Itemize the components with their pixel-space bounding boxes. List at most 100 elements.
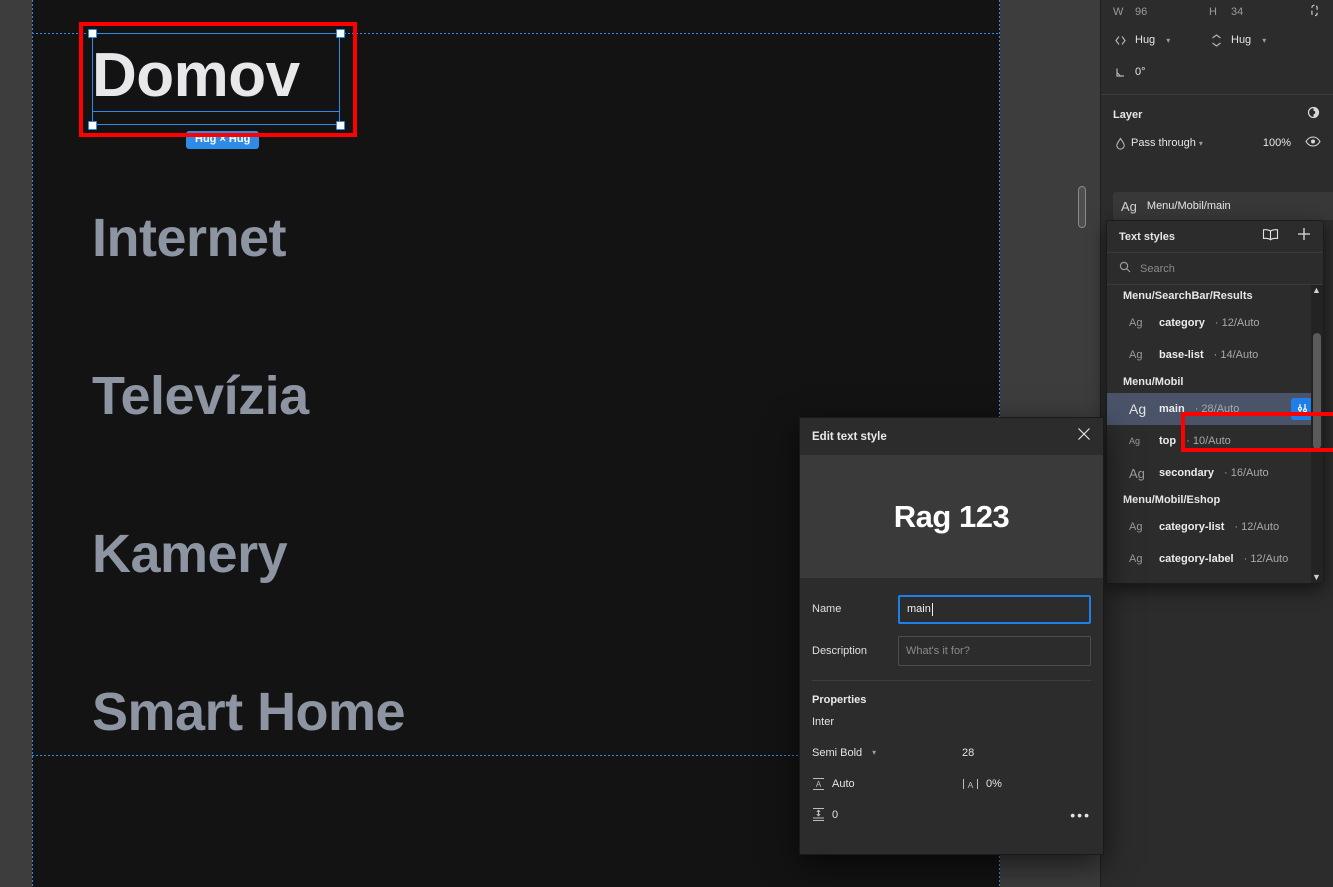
font-family-row[interactable]: Inter bbox=[812, 706, 1091, 737]
height-value[interactable]: 34 bbox=[1231, 6, 1243, 18]
style-name: base-list bbox=[1159, 349, 1204, 361]
style-row-base-list[interactable]: Ag base-list · 14/Auto bbox=[1107, 339, 1323, 371]
layer-opacity-value[interactable]: 100% bbox=[1263, 137, 1291, 149]
paragraph-spacing-icon bbox=[812, 807, 825, 822]
ag-sample: Ag bbox=[1129, 465, 1145, 481]
layer-settings-icon[interactable] bbox=[1306, 105, 1321, 125]
paragraph-spacing-value[interactable]: 0 bbox=[832, 809, 838, 821]
edit-style-button[interactable] bbox=[1291, 398, 1313, 420]
style-row-top[interactable]: Ag top · 10/Auto bbox=[1107, 425, 1323, 457]
chevron-down-icon-v[interactable]: ▾ bbox=[1262, 36, 1266, 45]
style-group-label-searchbar: Menu/SearchBar/Results bbox=[1123, 290, 1253, 302]
font-weight-value[interactable]: Semi Bold bbox=[812, 747, 862, 759]
style-meta: · 12/Auto bbox=[1214, 317, 1260, 329]
selected-text-style-name: Menu/Mobil/main bbox=[1146, 200, 1231, 212]
style-row-category-list[interactable]: Ag category-list · 12/Auto bbox=[1107, 511, 1323, 543]
resize-handle-bottom-left[interactable] bbox=[88, 121, 97, 130]
dialog-body: Name main Description What's it for? Pro… bbox=[800, 578, 1103, 830]
scroll-down-arrow-icon[interactable]: ▼ bbox=[1312, 573, 1321, 582]
library-book-icon[interactable] bbox=[1262, 228, 1279, 246]
height-label: H bbox=[1209, 6, 1217, 18]
name-input-value: main bbox=[907, 603, 931, 615]
ag-sample: Ag bbox=[1129, 521, 1143, 533]
style-meta: · 16/Auto bbox=[1224, 467, 1269, 479]
more-options-icon[interactable]: ••• bbox=[1070, 808, 1091, 822]
chevron-down-icon-blend[interactable]: ▾ bbox=[1199, 139, 1203, 148]
resize-handle-top-left[interactable] bbox=[88, 29, 97, 38]
resize-handle-bottom-right[interactable] bbox=[336, 121, 345, 130]
rotation-value[interactable]: 0° bbox=[1135, 66, 1146, 78]
styles-list-scrollbar[interactable]: ▲ ▼ bbox=[1311, 285, 1323, 583]
text-cursor bbox=[931, 602, 933, 616]
ag-sample-selected: Ag bbox=[1121, 198, 1137, 214]
name-label: Name bbox=[812, 603, 842, 615]
ag-sample: Ag bbox=[1129, 317, 1143, 329]
style-meta: · 12/Auto bbox=[1243, 553, 1289, 565]
style-name: category-label bbox=[1159, 553, 1234, 565]
style-name: top bbox=[1159, 435, 1177, 447]
canvas-menu-item-smart-home[interactable]: Smart Home bbox=[92, 681, 406, 743]
style-preview-area: Rag 123 bbox=[800, 455, 1103, 578]
style-name: category bbox=[1159, 317, 1205, 329]
style-row-secondary[interactable]: Ag secondary · 16/Auto bbox=[1107, 457, 1323, 489]
width-label: W bbox=[1113, 6, 1124, 18]
text-baseline-indicator bbox=[92, 111, 340, 112]
app-root: Domov Hug × Hug Internet Televízia Kamer… bbox=[0, 0, 1333, 887]
svg-text:A: A bbox=[968, 780, 974, 790]
canvas-menu-item-televizia[interactable]: Televízia bbox=[92, 365, 309, 427]
panel-divider-1 bbox=[1101, 94, 1333, 95]
letter-spacing-icon: A bbox=[962, 777, 979, 791]
style-group-label-eshop: Menu/Mobil/Eshop bbox=[1123, 494, 1221, 506]
dialog-header: Edit text style bbox=[800, 418, 1103, 455]
text-styles-list[interactable]: Menu/SearchBar/Results Ag category · 12/… bbox=[1107, 285, 1323, 583]
resizing-badge: Hug × Hug bbox=[186, 131, 260, 149]
resize-handle-top-right[interactable] bbox=[336, 29, 345, 38]
styles-list-scroll-thumb[interactable] bbox=[1313, 333, 1321, 449]
proportion-lock-icon[interactable] bbox=[1308, 3, 1321, 21]
close-icon[interactable] bbox=[1077, 427, 1091, 446]
name-field-row: Name main bbox=[812, 588, 1091, 630]
layer-blend-row: Pass through ▾ 100% bbox=[1101, 129, 1333, 157]
style-meta: · 12/Auto bbox=[1234, 521, 1280, 533]
selected-text-style-row[interactable]: Ag Menu/Mobil/main bbox=[1113, 192, 1333, 220]
font-weight-size-row: Semi Bold ▾ 28 bbox=[812, 737, 1091, 768]
scroll-up-arrow-icon[interactable]: ▲ bbox=[1312, 286, 1321, 295]
style-row-main[interactable]: Ag main · 28/Auto bbox=[1107, 393, 1323, 425]
canvas-menu-item-internet[interactable]: Internet bbox=[92, 207, 287, 269]
style-name: main bbox=[1159, 403, 1185, 415]
width-value[interactable]: 96 bbox=[1135, 6, 1147, 18]
horizontal-resizing-value[interactable]: Hug bbox=[1135, 34, 1155, 46]
ag-sample: Ag bbox=[1129, 401, 1147, 417]
frame-guide-left bbox=[32, 0, 33, 887]
right-inspector-panel: W 96 H 34 Hug ▾ Hug ▾ 0° Layer Pass thro… bbox=[1100, 0, 1333, 887]
name-input[interactable]: main bbox=[898, 594, 1091, 624]
blend-mode-icon bbox=[1113, 137, 1127, 150]
vertical-resizing-value[interactable]: Hug bbox=[1231, 34, 1251, 46]
chevron-down-icon-weight[interactable]: ▾ bbox=[872, 748, 876, 757]
text-styles-title: Text styles bbox=[1119, 230, 1176, 243]
blend-mode-value[interactable]: Pass through bbox=[1131, 137, 1196, 149]
line-height-value[interactable]: Auto bbox=[832, 778, 855, 790]
properties-title: Properties bbox=[812, 694, 867, 706]
canvas-menu-item-kamery[interactable]: Kamery bbox=[92, 523, 288, 585]
line-height-icon: A bbox=[812, 777, 825, 791]
letter-spacing-value[interactable]: 0% bbox=[986, 778, 1002, 790]
search-input[interactable] bbox=[1140, 262, 1311, 275]
font-size-value[interactable]: 28 bbox=[962, 747, 974, 759]
style-group-label-mobil: Menu/Mobil bbox=[1123, 376, 1184, 388]
description-input[interactable]: What's it for? bbox=[898, 636, 1091, 666]
chevron-down-icon-h[interactable]: ▾ bbox=[1166, 36, 1170, 45]
canvas-vertical-scrollbar[interactable] bbox=[1078, 186, 1086, 228]
style-row-category-label[interactable]: Ag category-label · 12/Auto bbox=[1107, 543, 1323, 575]
dimension-row-rotation: 0° bbox=[1101, 56, 1333, 88]
rotation-icon bbox=[1113, 66, 1127, 79]
text-styles-search-row[interactable] bbox=[1107, 253, 1323, 285]
eye-icon[interactable] bbox=[1305, 136, 1321, 150]
style-row-category[interactable]: Ag category · 12/Auto bbox=[1107, 307, 1323, 339]
style-meta: · 10/Auto bbox=[1186, 435, 1231, 447]
ag-sample: Ag bbox=[1129, 553, 1143, 565]
ag-sample: Ag bbox=[1129, 436, 1141, 446]
add-style-icon[interactable] bbox=[1297, 227, 1311, 246]
style-preview-text: Rag 123 bbox=[893, 498, 1010, 534]
style-meta: · 14/Auto bbox=[1213, 349, 1259, 361]
